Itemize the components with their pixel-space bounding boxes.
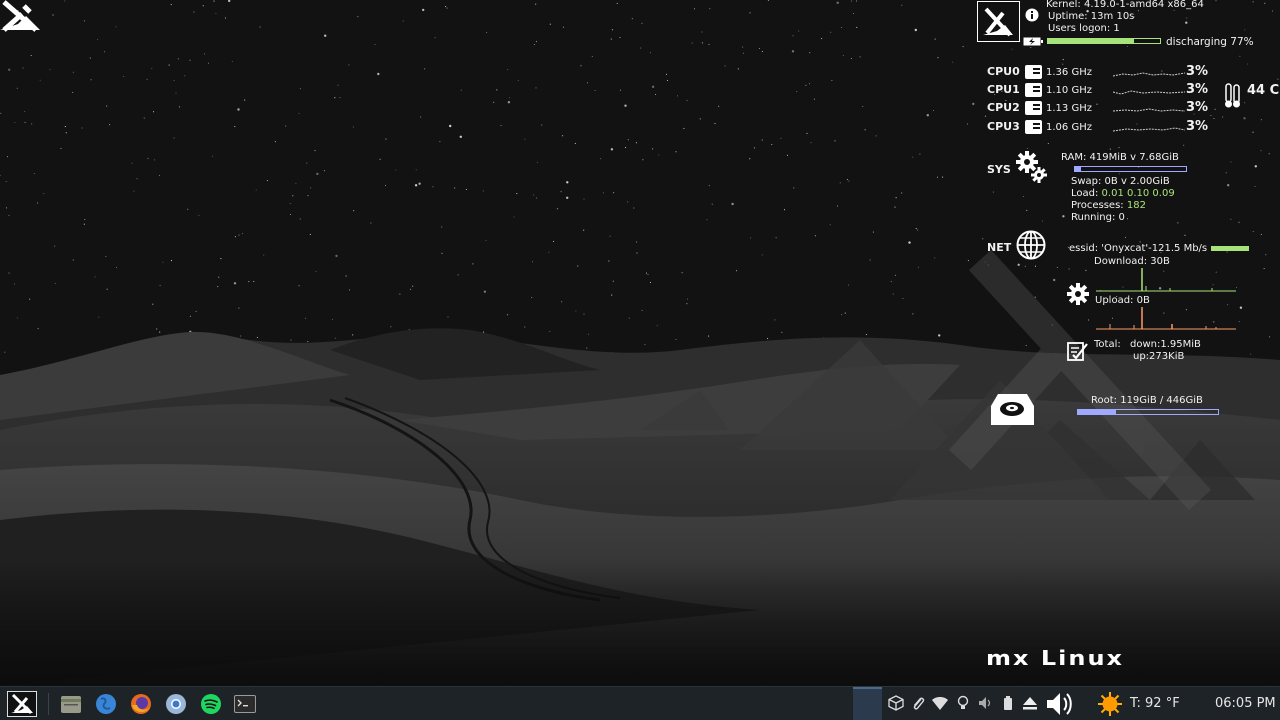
- cpu-chip-icon: [1025, 101, 1042, 115]
- terminal-launcher[interactable]: [233, 687, 257, 720]
- spotify-icon: [201, 694, 221, 714]
- battery-icon: [1023, 37, 1043, 46]
- checklist-icon: [1067, 342, 1088, 361]
- workspace-pager[interactable]: [853, 687, 882, 720]
- speaker-small-icon[interactable]: [977, 695, 993, 711]
- cpu-usage: 3%: [1186, 82, 1209, 97]
- cpu-graph: [1113, 127, 1185, 132]
- processes-label: Processes:: [1071, 200, 1127, 211]
- taskbar-separator: [48, 693, 49, 715]
- ram-bar-fill: [1075, 167, 1081, 171]
- gears-icon: [1016, 151, 1047, 183]
- firefox-launcher[interactable]: [129, 687, 153, 720]
- ram-bar: [1074, 166, 1187, 172]
- processes: Processes: 182: [1071, 200, 1146, 212]
- taskbar: T: 92 °F 06:05 PM: [0, 686, 1280, 720]
- battery-bar-fill: [1048, 39, 1135, 43]
- users-logon: Users logon: 1: [1048, 23, 1120, 34]
- cpu-label: CPU2: [987, 101, 1020, 114]
- package-updater-icon[interactable]: [888, 695, 904, 711]
- cpu-usage: 3%: [1186, 64, 1209, 79]
- cpu-temperature: 44 C: [1247, 83, 1280, 98]
- total-label: Total:: [1094, 339, 1121, 350]
- cpu-label: CPU0: [987, 65, 1020, 78]
- cpu-frequency: 1.06 GHz: [1046, 122, 1092, 133]
- mx-logo-icon: [0, 0, 40, 32]
- mx-logo-icon: [7, 691, 37, 717]
- kernel-info: Kernel: 4.19.0-1-amd64 x86_64: [1046, 0, 1204, 10]
- cpu-graph: [1113, 90, 1185, 95]
- firefox-icon: [131, 694, 151, 714]
- download-graph: [1096, 268, 1236, 292]
- info-icon: [1025, 8, 1039, 22]
- clock[interactable]: 06:05 PM: [1215, 696, 1276, 711]
- battery-status: discharging 77%: [1166, 36, 1254, 48]
- hard-drive-icon: [991, 394, 1034, 425]
- chromium-launcher[interactable]: [164, 687, 188, 720]
- sun-weather-icon[interactable]: [1096, 691, 1124, 717]
- cpu-chip-icon: [1025, 83, 1042, 97]
- terminal-icon: [234, 695, 256, 713]
- load-label: Load:: [1071, 188, 1102, 199]
- globe-icon: [1016, 230, 1046, 260]
- folder-icon: [61, 696, 81, 713]
- sys-label: SYS: [987, 163, 1011, 176]
- cpu-chip-icon: [1025, 120, 1042, 134]
- cpu-usage: 3%: [1186, 119, 1209, 134]
- total-downloaded: down:1.95MiB: [1130, 339, 1201, 350]
- chromium-icon: [166, 694, 186, 714]
- clipboard-clip-icon[interactable]: [910, 695, 926, 711]
- browser-launcher[interactable]: [94, 687, 118, 720]
- battery-tray-icon[interactable]: [1000, 695, 1016, 711]
- load-values: 0.01 0.10 0.09: [1101, 188, 1175, 199]
- load-average: Load: 0.01 0.10 0.09: [1071, 188, 1175, 200]
- upload-graph: [1096, 307, 1236, 330]
- volume-icon[interactable]: [1045, 690, 1075, 718]
- bulb-icon[interactable]: [955, 695, 971, 711]
- wifi-signal-fill: [1212, 247, 1248, 250]
- thermometer-icon: [1225, 83, 1240, 108]
- cpu-frequency: 1.13 GHz: [1046, 103, 1092, 114]
- cpu-frequency: 1.36 GHz: [1046, 67, 1092, 78]
- net-label: NET: [987, 241, 1012, 254]
- cpu-chip-icon: [1025, 65, 1042, 79]
- wifi-signal-bar: [1211, 246, 1249, 251]
- spotify-launcher[interactable]: [199, 687, 223, 720]
- processes-count: 182: [1126, 200, 1146, 211]
- uptime: Uptime: 13m 10s: [1048, 11, 1135, 22]
- cpu-label: CPU1: [987, 83, 1020, 96]
- globe-icon: [96, 694, 116, 714]
- start-menu-button[interactable]: [6, 687, 38, 720]
- cpu-usage: 3%: [1186, 100, 1209, 115]
- root-disk-bar: [1077, 409, 1219, 415]
- battery-bar: [1047, 38, 1161, 44]
- running-processes: Running: 0: [1071, 212, 1125, 223]
- weather-temperature[interactable]: T: 92 °F: [1130, 696, 1180, 711]
- mx-logo-icon: [977, 1, 1020, 42]
- root-disk-bar-fill: [1078, 410, 1116, 414]
- swap-usage: Swap: 0B v 2.00GiB: [1071, 176, 1170, 187]
- ram-usage: RAM: 419MiB v 7.68GiB: [1061, 152, 1179, 163]
- cpu-frequency: 1.10 GHz: [1046, 85, 1092, 96]
- cpu-graph: [1113, 108, 1185, 112]
- total-uploaded: up:273KiB: [1133, 351, 1185, 362]
- cpu-label: CPU3: [987, 120, 1020, 133]
- file-manager-launcher[interactable]: [59, 687, 83, 720]
- cpu-graph: [1113, 72, 1185, 77]
- root-disk-usage: Root: 119GiB / 446GiB: [1091, 395, 1203, 406]
- eject-icon[interactable]: [1022, 695, 1038, 711]
- settings-gear-icon: [1067, 283, 1089, 305]
- mx-linux-wordmark: mx Linux: [986, 646, 1125, 670]
- wifi-icon[interactable]: [932, 695, 948, 711]
- wifi-essid: essid: 'Onyxcat'-121.5 Mb/s: [1069, 243, 1208, 254]
